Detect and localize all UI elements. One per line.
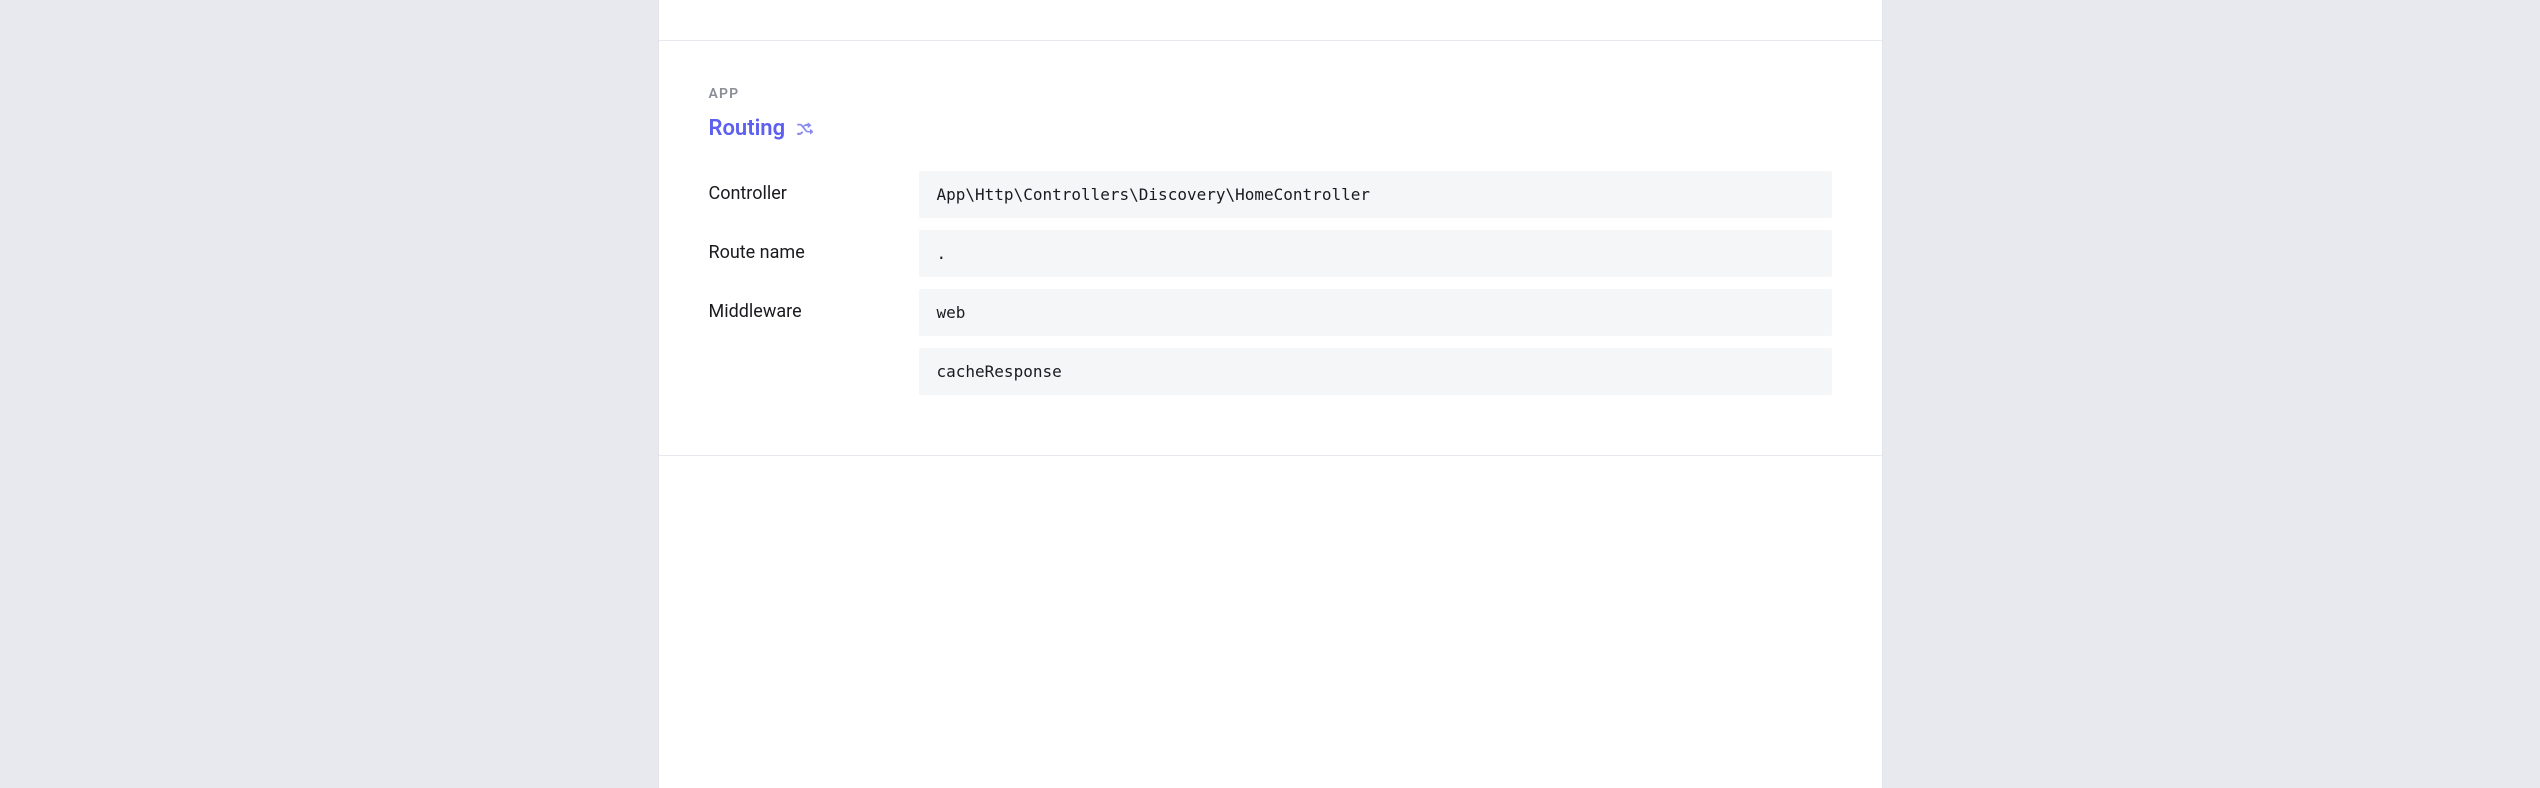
section-heading-row: Routing (709, 116, 1832, 141)
middleware-value-1: cacheResponse (919, 348, 1832, 395)
route-name-values: . (919, 230, 1832, 277)
middleware-row: Middleware web cacheResponse (709, 289, 1832, 395)
routing-section: APP Routing Controller App\Http\Controll… (659, 41, 1882, 456)
route-name-label: Route name (709, 230, 899, 263)
section-title: Routing (709, 116, 786, 141)
context-card: APP Routing Controller App\Http\Controll… (659, 0, 1882, 788)
previous-section-tail (659, 0, 1882, 41)
shuffle-icon (795, 120, 813, 138)
middleware-values: web cacheResponse (919, 289, 1832, 395)
controller-values: App\Http\Controllers\Discovery\HomeContr… (919, 171, 1832, 218)
controller-label: Controller (709, 171, 899, 204)
controller-row: Controller App\Http\Controllers\Discover… (709, 171, 1832, 218)
route-name-value: . (919, 230, 1832, 277)
controller-value: App\Http\Controllers\Discovery\HomeContr… (919, 171, 1832, 218)
middleware-value-0: web (919, 289, 1832, 336)
next-section-head (659, 456, 1882, 496)
section-eyebrow: APP (709, 86, 1832, 102)
route-name-row: Route name . (709, 230, 1832, 277)
middleware-label: Middleware (709, 289, 899, 322)
